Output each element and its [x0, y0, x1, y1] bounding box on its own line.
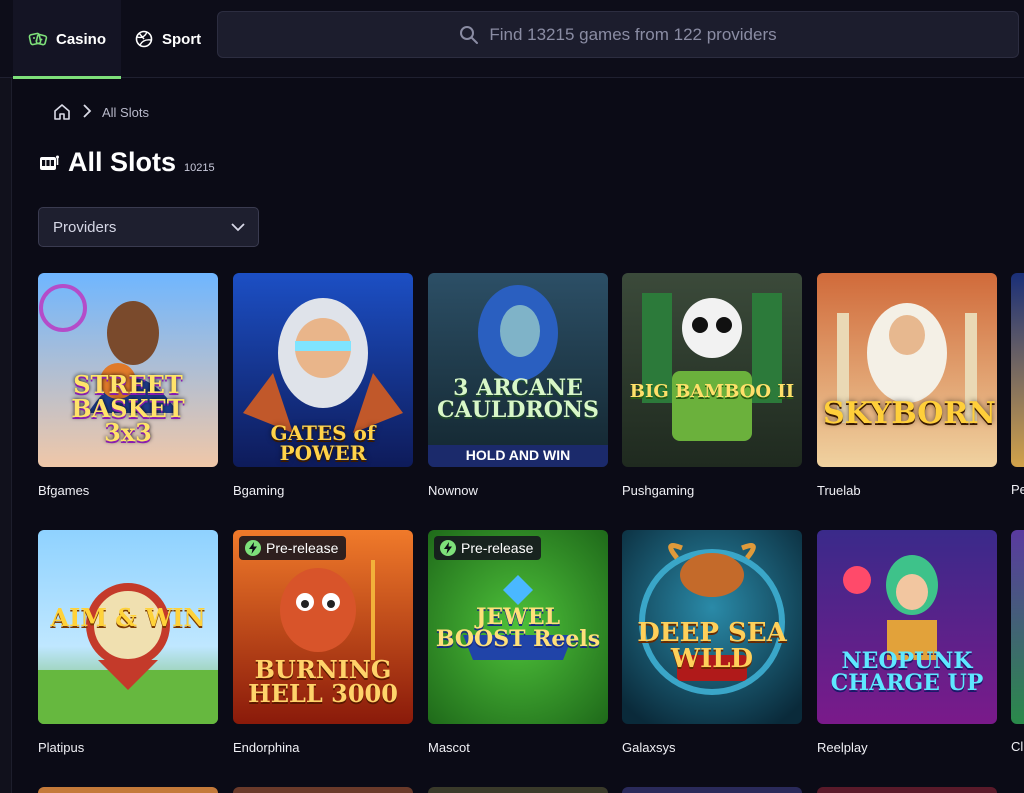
search-input[interactable]: Find 13215 games from 122 providers	[217, 11, 1019, 58]
game-thumbnail[interactable]: GATES of POWER	[233, 273, 413, 467]
games-count: 10215	[184, 162, 215, 174]
game-provider-partial: Cl	[1011, 739, 1024, 754]
game-card[interactable]: DEEP SEA WILD Galaxsys	[622, 530, 802, 755]
game-provider: Pushgaming	[622, 483, 695, 498]
game-thumbnail[interactable]: SKYBORN	[817, 273, 997, 467]
search-placeholder: Find 13215 games from 122 providers	[489, 24, 777, 44]
game-title: BURNING HELL 3000	[248, 655, 398, 708]
page-title: All Slots	[68, 147, 177, 177]
game-card-partial[interactable]	[428, 787, 608, 793]
game-subtitle: HOLD AND WIN	[465, 447, 571, 463]
lightning-icon	[440, 540, 456, 556]
badge-label: Pre-release	[461, 540, 534, 556]
game-card[interactable]: AIM & WIN Platipus	[38, 530, 218, 755]
game-card[interactable]: SKYBORN Truelab	[817, 273, 997, 498]
game-thumbnail[interactable]: Pre-release BURNING HELL 3000	[233, 530, 413, 724]
game-card-partial[interactable]	[1011, 273, 1024, 467]
top-navigation-bar: Casino Sport Find 13215 games from 122 p…	[0, 0, 1024, 79]
game-title: SKYBORN	[823, 396, 996, 431]
chevron-down-icon	[230, 219, 246, 235]
breadcrumb: All Slots	[52, 102, 149, 122]
game-provider: Nownow	[428, 483, 478, 498]
game-title: BIG BAMBOO II	[629, 381, 795, 402]
pre-release-badge: Pre-release	[434, 536, 542, 560]
game-card-partial[interactable]	[817, 787, 997, 793]
game-thumbnail[interactable]: BIG BAMBOO II	[622, 273, 802, 467]
ball-icon	[134, 29, 154, 49]
game-card[interactable]: NEOPUNK CHARGE UP Reelplay	[817, 530, 997, 755]
game-title: 3 ARCANE CAULDRONS	[437, 375, 599, 423]
game-provider: Bfgames	[38, 483, 90, 498]
game-provider-partial: Pe	[1011, 482, 1024, 497]
providers-dropdown[interactable]: Providers	[38, 207, 259, 247]
game-title: JEWEL BOOST Reels	[435, 604, 601, 652]
game-provider: Reelplay	[817, 740, 868, 755]
game-card[interactable]: 3 ARCANE CAULDRONS HOLD AND WIN Nownow	[428, 273, 608, 498]
game-card[interactable]: STREET BASKET 3x3 Bfgames	[38, 273, 218, 498]
game-provider: Bgaming	[233, 483, 285, 498]
chevron-right-icon	[82, 103, 92, 121]
game-provider: Galaxsys	[622, 740, 676, 755]
tab-sport-label: Sport	[162, 30, 202, 48]
tab-casino-label: Casino	[55, 30, 106, 48]
left-sidebar-edge	[0, 0, 12, 793]
game-thumbnail[interactable]: Pre-release JEWEL BOOST Reels	[428, 530, 608, 724]
badge-label: Pre-release	[266, 540, 339, 556]
game-provider: Truelab	[817, 483, 861, 498]
game-thumbnail[interactable]: DEEP SEA WILD	[622, 530, 802, 724]
game-card[interactable]: BIG BAMBOO II Pushgaming	[622, 273, 802, 498]
lightning-icon	[245, 540, 261, 556]
tab-sport[interactable]: Sport	[134, 0, 201, 78]
game-card-partial[interactable]	[38, 787, 218, 793]
home-icon[interactable]	[52, 102, 72, 122]
game-card[interactable]: Pre-release BURNING HELL 3000 Endorphina	[233, 530, 413, 755]
game-thumbnail[interactable]: AIM & WIN	[38, 530, 218, 724]
game-card[interactable]: GATES of POWER Bgaming	[233, 273, 413, 498]
slot-machine-icon	[38, 152, 60, 174]
tab-casino[interactable]: Casino	[13, 0, 121, 79]
game-provider: Platipus	[38, 740, 85, 755]
game-title: NEOPUNK CHARGE UP	[830, 648, 984, 696]
game-title: STREET BASKET 3x3	[71, 370, 185, 447]
search-icon	[459, 25, 479, 45]
dice-icon	[28, 29, 48, 49]
game-card-partial[interactable]	[1011, 530, 1024, 724]
providers-label: Providers	[53, 218, 117, 236]
game-title: GATES of POWER	[270, 421, 376, 465]
game-card-partial[interactable]	[233, 787, 413, 793]
game-thumbnail[interactable]: 3 ARCANE CAULDRONS HOLD AND WIN	[428, 273, 608, 467]
game-title: DEEP SEA WILD	[637, 618, 787, 674]
pre-release-badge: Pre-release	[239, 536, 347, 560]
game-title: AIM & WIN	[50, 603, 206, 632]
game-card-partial[interactable]	[622, 787, 802, 793]
game-card[interactable]: Pre-release JEWEL BOOST Reels Mascot	[428, 530, 608, 755]
game-thumbnail[interactable]: STREET BASKET 3x3	[38, 273, 218, 467]
game-provider: Endorphina	[233, 740, 300, 755]
game-provider: Mascot	[428, 740, 470, 755]
breadcrumb-current: All Slots	[102, 104, 149, 120]
page-title-block: All Slots 10215	[38, 146, 215, 178]
game-thumbnail[interactable]: NEOPUNK CHARGE UP	[817, 530, 997, 724]
